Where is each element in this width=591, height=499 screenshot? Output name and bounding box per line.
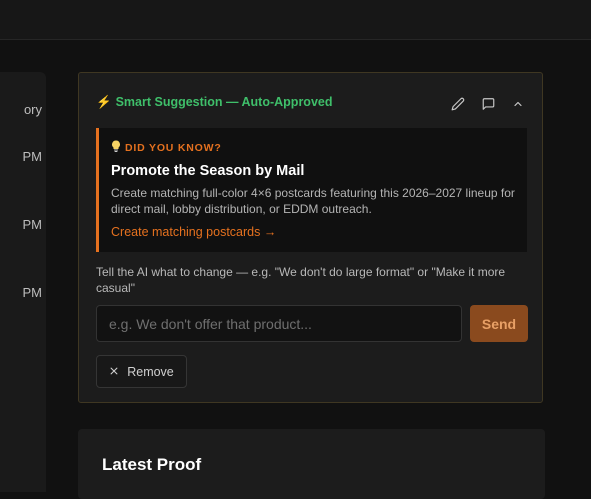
remove-button[interactable]: Remove <box>96 355 187 388</box>
smart-suggestion-card: ⚡ Smart Suggestion — Auto-Approved DID YO… <box>78 72 543 403</box>
left-panel-time: PM <box>22 149 43 164</box>
card-header: ⚡ Smart Suggestion — Auto-Approved <box>96 95 528 113</box>
lightbulb-icon <box>111 140 121 155</box>
remove-label: Remove <box>127 364 174 379</box>
suggestion-title: ⚡ Smart Suggestion — Auto-Approved <box>96 95 332 110</box>
header-actions <box>448 95 528 113</box>
feedback-input-wrapper <box>96 305 462 342</box>
did-you-know-callout: DID YOU KNOW? Promote the Season by Mail… <box>96 128 527 252</box>
close-icon <box>109 365 119 379</box>
left-panel: ory PM PM PM <box>0 72 46 492</box>
tip-label-text: DID YOU KNOW? <box>125 141 222 154</box>
tip-label: DID YOU KNOW? <box>111 140 515 155</box>
instruction-text: Tell the AI what to change — e.g. "We do… <box>96 265 506 295</box>
suggestion-title-text: Smart Suggestion — Auto-Approved <box>115 95 333 109</box>
latest-proof-card: Latest Proof <box>78 429 545 499</box>
top-bar <box>0 0 591 40</box>
lightning-icon: ⚡ <box>96 95 112 109</box>
chevron-up-icon[interactable] <box>508 95 528 113</box>
tip-body: Create matching full-color 4×6 postcards… <box>111 186 515 216</box>
left-panel-time: PM <box>22 217 43 232</box>
create-postcards-link[interactable]: Create matching postcards → <box>111 225 276 239</box>
tip-title: Promote the Season by Mail <box>111 163 305 179</box>
latest-proof-title: Latest Proof <box>102 455 202 474</box>
send-button[interactable]: Send <box>470 305 528 342</box>
pencil-icon[interactable] <box>448 95 468 113</box>
feedback-input[interactable] <box>97 306 461 341</box>
left-panel-text: ory <box>23 102 42 117</box>
left-panel-time: PM <box>22 285 43 300</box>
comment-icon[interactable] <box>478 95 498 113</box>
